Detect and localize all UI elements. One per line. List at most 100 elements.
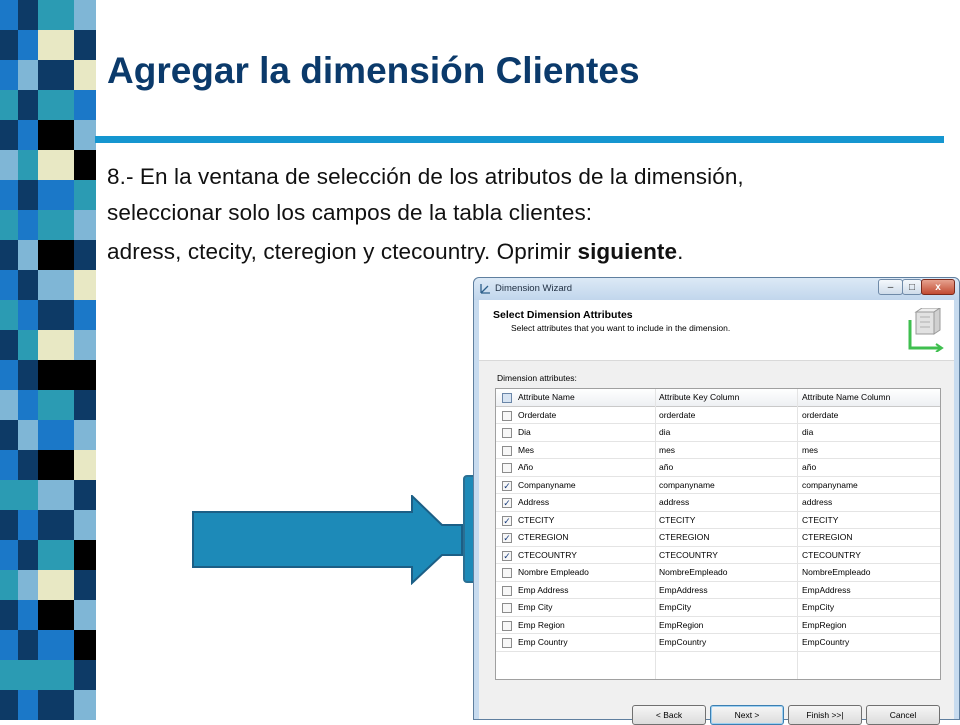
next-button[interactable]: Next > <box>710 705 784 725</box>
attribute-checkbox[interactable]: ✓ <box>502 533 512 543</box>
strip-block <box>38 180 74 210</box>
strip-block <box>0 630 18 660</box>
strip-block <box>18 600 38 630</box>
window-client-area: Select Dimension Attributes Select attri… <box>479 300 954 725</box>
attribute-name-column: CTECITY <box>802 514 839 525</box>
strip-block <box>18 300 38 330</box>
attribute-row[interactable]: ✓ CTECITY CTECITY CTECITY <box>496 512 940 529</box>
attribute-name-column: orderdate <box>802 409 839 420</box>
attribute-row[interactable]: Emp City EmpCity EmpCity <box>496 599 940 617</box>
strip-block <box>74 300 96 330</box>
attribute-key-column: EmpAddress <box>659 584 708 595</box>
strip-block <box>74 270 96 300</box>
strip-block <box>0 120 18 150</box>
strip-block <box>74 30 96 60</box>
attribute-checkbox[interactable]: ✓ <box>502 550 512 561</box>
strip-block <box>74 600 96 630</box>
attribute-row[interactable]: Emp Region EmpRegion EmpRegion <box>496 617 940 634</box>
strip-block <box>18 630 38 660</box>
attribute-row[interactable]: Mes mes mes <box>496 442 940 459</box>
attribute-checkbox[interactable] <box>502 463 512 473</box>
strip-block <box>74 360 96 390</box>
attribute-row[interactable]: Emp Address EmpAddress EmpAddress <box>496 582 940 599</box>
attribute-row[interactable]: Orderdate orderdate orderdate <box>496 407 940 424</box>
strip-block <box>38 360 74 390</box>
select-all-checkbox[interactable] <box>502 393 512 403</box>
strip-block <box>38 660 74 690</box>
strip-block <box>74 90 96 120</box>
strip-block <box>18 570 38 600</box>
attribute-name-column: EmpCountry <box>802 637 850 647</box>
attribute-name-column: CTECOUNTRY <box>802 549 861 560</box>
finish-button[interactable]: Finish >>| <box>788 705 862 725</box>
restore-button[interactable]: □ <box>902 279 922 295</box>
attribute-name: Orderdate <box>518 409 557 420</box>
strip-block <box>74 660 96 690</box>
column-header-key-column[interactable]: Attribute Key Column <box>659 392 739 402</box>
strip-block <box>0 210 18 240</box>
attribute-row[interactable]: Año año año <box>496 459 940 477</box>
strip-block <box>38 120 74 150</box>
strip-block <box>18 120 38 150</box>
attribute-name: Companyname <box>518 479 576 490</box>
attribute-row[interactable]: ✓ Companyname companyname companyname <box>496 477 940 494</box>
strip-column <box>74 0 96 720</box>
attribute-key-column: EmpCity <box>659 602 692 612</box>
strip-column <box>38 0 74 720</box>
strip-block <box>18 210 38 240</box>
attribute-checkbox[interactable] <box>502 585 512 596</box>
attribute-key-column: año <box>659 462 674 472</box>
back-button[interactable]: < Back <box>632 705 706 725</box>
column-header-name-column[interactable]: Attribute Name Column <box>802 392 890 402</box>
attribute-checkbox[interactable] <box>502 568 512 578</box>
strip-block <box>38 510 74 540</box>
strip-block <box>0 450 18 480</box>
strip-block <box>18 390 38 420</box>
window-title: Dimension Wizard <box>495 283 573 294</box>
decorative-strip <box>0 0 96 720</box>
attribute-key-column: NombreEmpleado <box>659 567 728 577</box>
strip-block <box>38 630 74 660</box>
strip-block <box>74 150 96 180</box>
attribute-name-column: año <box>802 462 817 472</box>
strip-block <box>0 420 18 450</box>
strip-block <box>0 690 18 720</box>
window-titlebar[interactable]: Dimension Wizard ‒ □ x <box>474 278 959 300</box>
column-header-attribute-name[interactable]: Attribute Name <box>518 392 575 402</box>
strip-block <box>74 120 96 150</box>
close-button[interactable]: x <box>921 279 955 295</box>
body-line-2: seleccionar solo los campos de la tabla … <box>107 200 593 225</box>
strip-block <box>18 540 38 570</box>
attribute-checkbox[interactable]: ✓ <box>502 515 512 526</box>
attribute-row[interactable]: ✓ Address address address <box>496 494 940 512</box>
attribute-name-column: CTEREGION <box>802 532 853 542</box>
strip-block <box>38 540 74 570</box>
attribute-key-column: CTECITY <box>659 514 696 525</box>
strip-block <box>38 300 74 330</box>
attribute-checkbox[interactable] <box>502 620 512 631</box>
attribute-checkbox[interactable] <box>502 638 512 648</box>
attribute-key-column: address <box>659 497 690 507</box>
attribute-checkbox[interactable] <box>502 428 512 438</box>
attribute-name-column: EmpAddress <box>802 584 851 595</box>
attribute-name: CTECOUNTRY <box>518 549 577 560</box>
attribute-name: CTEREGION <box>518 532 569 542</box>
attribute-checkbox[interactable] <box>502 603 512 613</box>
strip-block <box>0 60 18 90</box>
attribute-checkbox[interactable]: ✓ <box>502 498 512 508</box>
strip-block <box>38 690 74 720</box>
attribute-row[interactable]: Emp Country EmpCountry EmpCountry <box>496 634 940 652</box>
body-line-1: 8.- En la ventana de selección de los at… <box>107 164 744 189</box>
attribute-checkbox[interactable] <box>502 410 512 421</box>
attribute-row[interactable]: Dia dia dia <box>496 424 940 442</box>
attribute-row[interactable]: ✓ CTECOUNTRY CTECOUNTRY CTECOUNTRY <box>496 547 940 564</box>
minimize-button[interactable]: ‒ <box>878 279 903 295</box>
attribute-row[interactable]: Nombre Empleado NombreEmpleado NombreEmple… <box>496 564 940 582</box>
attribute-checkbox[interactable] <box>502 445 512 456</box>
attribute-row[interactable]: ✓ CTEREGION CTEREGION CTEREGION <box>496 529 940 547</box>
attribute-checkbox[interactable]: ✓ <box>502 480 512 491</box>
cancel-button[interactable]: Cancel <box>866 705 940 725</box>
strip-block <box>18 60 38 90</box>
strip-block <box>74 690 96 720</box>
strip-block <box>18 240 38 270</box>
